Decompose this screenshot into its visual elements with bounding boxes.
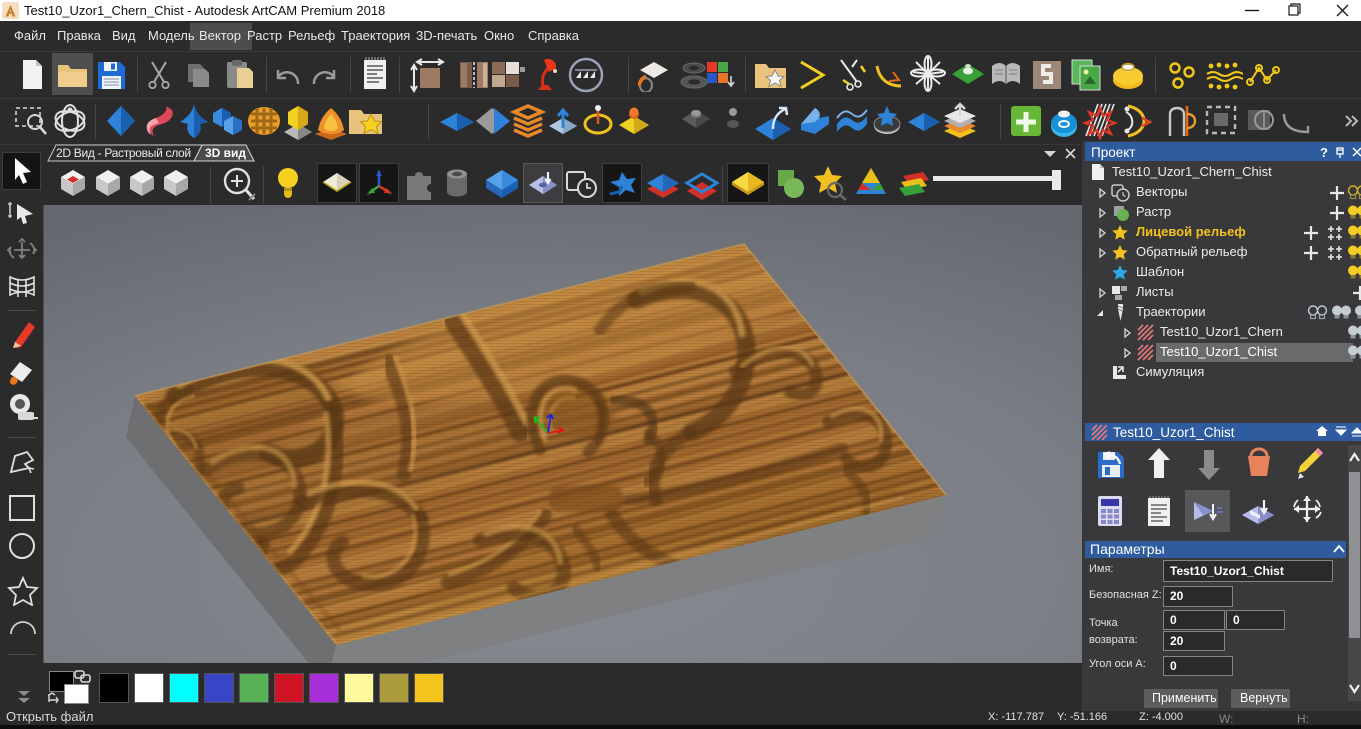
svg-text:?: ? bbox=[1320, 145, 1328, 159]
